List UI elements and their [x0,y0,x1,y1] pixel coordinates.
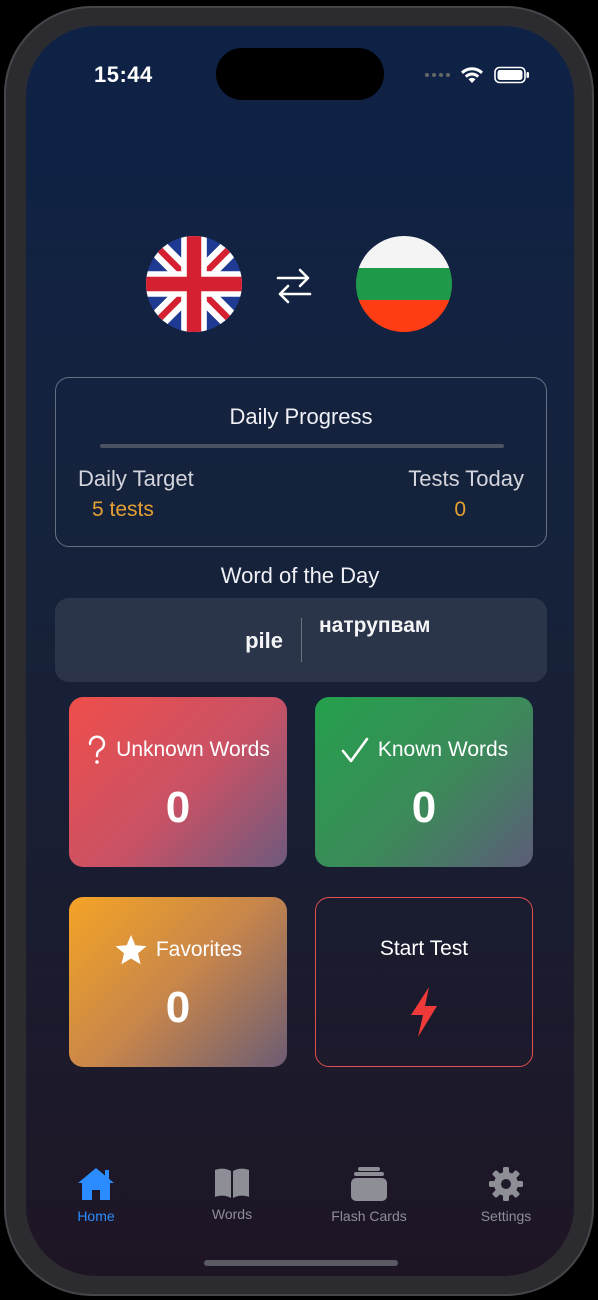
unknown-words-label: Unknown Words [116,738,270,761]
tab-home-label: Home [77,1208,115,1224]
status-time: 15:44 [94,62,153,87]
tab-bar: Home Words Flash Cards Settings [26,1166,574,1236]
daily-progress-bar [100,444,504,448]
daily-target-label: Daily Target [78,466,194,491]
tab-flash-cards[interactable]: Flash Cards [309,1166,429,1224]
card-stack-icon [351,1167,387,1201]
lightning-bolt-icon [411,987,437,1037]
known-words-tile[interactable]: Known Words 0 [315,697,533,867]
favorites-count: 0 [165,983,191,1032]
tab-home[interactable]: Home [36,1166,156,1224]
house-icon [78,1168,114,1200]
word-of-the-day-title: Word of the Day [220,563,380,588]
battery-icon [494,66,529,84]
swap-languages-button[interactable] [274,266,314,311]
start-test-button[interactable]: Start Test [315,897,533,1067]
home-indicator[interactable] [204,1260,398,1266]
phone-frame: 15:44 Daily Progress Daily Target 5 test… [4,6,594,1296]
tab-words-label: Words [211,1206,253,1222]
daily-progress-card: Daily Progress Daily Target 5 tests Test… [55,377,547,547]
known-words-label: Known Words [377,738,509,761]
word-english: pile [245,628,283,653]
word-of-the-day-card[interactable]: pile натрупвам [55,598,547,682]
wifi-icon [461,67,483,83]
tests-today-label: Tests Today [408,466,524,491]
app-screen: 15:44 Daily Progress Daily Target 5 test… [26,26,574,1276]
daily-progress-title: Daily Progress [229,404,373,429]
question-mark-icon [88,735,106,764]
unknown-words-count: 0 [165,783,191,832]
favorites-label: Favorites [155,938,243,961]
tab-settings-label: Settings [480,1208,532,1224]
star-icon [115,935,147,965]
tab-settings[interactable]: Settings [446,1166,566,1224]
word-divider [301,618,302,662]
start-test-label: Start Test [379,937,469,960]
tests-today-value: 0 [454,498,466,521]
checkmark-icon [341,737,369,763]
status-icons [425,66,530,84]
uk-flag-icon[interactable] [146,236,242,332]
swap-arrows-icon [276,268,312,304]
book-icon [215,1168,249,1198]
dynamic-island [216,48,384,100]
gear-icon [489,1167,523,1201]
daily-target-value: 5 tests [92,498,154,521]
tab-words[interactable]: Words [172,1166,292,1222]
tab-flash-cards-label: Flash Cards [331,1208,407,1224]
word-bulgarian: натрупвам [319,614,431,637]
favorites-tile[interactable]: Favorites 0 [69,897,287,1067]
cellular-signal-icon [425,73,450,77]
language-selector [26,234,574,334]
known-words-count: 0 [411,783,437,832]
unknown-words-tile[interactable]: Unknown Words 0 [69,697,287,867]
bulgaria-flag-icon[interactable] [356,236,452,332]
